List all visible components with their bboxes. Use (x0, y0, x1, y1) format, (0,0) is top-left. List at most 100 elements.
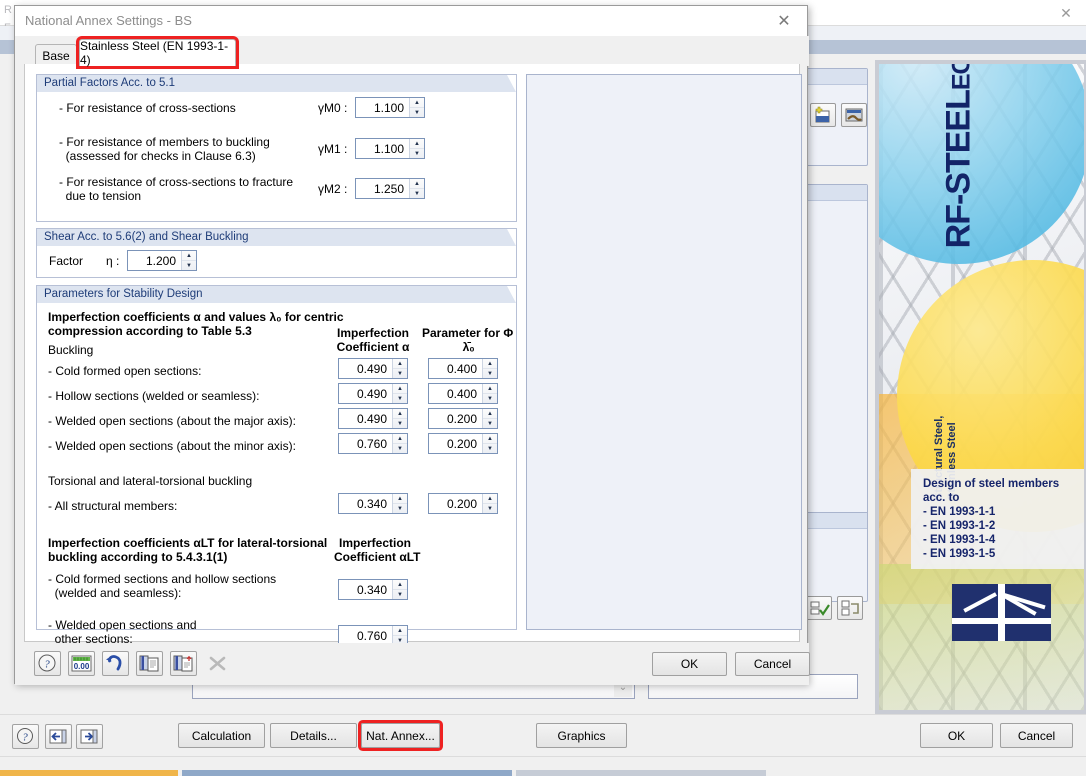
buckling-alpha-field-1[interactable]: ▲ ▼ (338, 383, 408, 404)
buckling-lambda-stepper-0[interactable]: ▲ ▼ (482, 359, 497, 378)
stepper-down-icon[interactable]: ▼ (393, 419, 407, 428)
render-icon[interactable] (841, 103, 867, 127)
buckling-alpha-stepper-2[interactable]: ▲ ▼ (392, 409, 407, 428)
arrange-icon[interactable] (837, 596, 863, 620)
stepper-down-icon[interactable]: ▼ (410, 149, 424, 158)
stepper-up-icon[interactable]: ▲ (410, 98, 424, 108)
stepper-up-icon[interactable]: ▲ (483, 384, 497, 394)
stepper-up-icon[interactable]: ▲ (483, 434, 497, 444)
torsional-alpha-input-0[interactable] (339, 494, 392, 513)
background-close-icon[interactable]: ✕ (1052, 2, 1080, 24)
gamma-m0-input[interactable] (356, 98, 409, 117)
buckling-lambda-stepper-3[interactable]: ▲ ▼ (482, 434, 497, 453)
buckling-lambda-input-3[interactable] (429, 434, 482, 453)
stepper-up-icon[interactable]: ▲ (393, 409, 407, 419)
stepper-down-icon[interactable]: ▼ (182, 261, 196, 270)
torsional-alpha-stepper-0[interactable]: ▲ ▼ (392, 494, 407, 513)
stepper-down-icon[interactable]: ▼ (483, 444, 497, 453)
tab-stainless-steel[interactable]: Stainless Steel (EN 1993-1-4) (79, 39, 236, 67)
shear-eta-field[interactable]: ▲ ▼ (127, 250, 197, 271)
buckling-lambda-field-1[interactable]: ▲ ▼ (428, 383, 498, 404)
gamma-m0-field[interactable]: ▲ ▼ (355, 97, 425, 118)
info-icon[interactable]: ? (34, 651, 61, 676)
buckling-lambda-stepper-2[interactable]: ▲ ▼ (482, 409, 497, 428)
shear-eta-stepper[interactable]: ▲ ▼ (181, 251, 196, 270)
stepper-down-icon[interactable]: ▼ (393, 504, 407, 513)
new-window-icon[interactable] (810, 103, 836, 127)
dialog-cancel-button[interactable]: Cancel (735, 652, 810, 676)
buckling-lambda-field-3[interactable]: ▲ ▼ (428, 433, 498, 454)
stepper-down-icon[interactable]: ▼ (410, 189, 424, 198)
shear-eta-input[interactable] (128, 251, 181, 270)
gamma-m2-input[interactable] (356, 179, 409, 198)
stepper-up-icon[interactable]: ▲ (410, 179, 424, 189)
buckling-alpha-stepper-0[interactable]: ▲ ▼ (392, 359, 407, 378)
details-button[interactable]: Details... (270, 723, 357, 748)
buckling-lambda-field-2[interactable]: ▲ ▼ (428, 408, 498, 429)
buckling-alpha-input-2[interactable] (339, 409, 392, 428)
save-as-icon[interactable] (170, 651, 197, 676)
lt-alpha-field-0[interactable]: ▲ ▼ (338, 579, 408, 600)
stepper-up-icon[interactable]: ▲ (410, 139, 424, 149)
stepper-down-icon[interactable]: ▼ (483, 419, 497, 428)
gamma-m1-stepper[interactable]: ▲ ▼ (409, 139, 424, 158)
stepper-up-icon[interactable]: ▲ (393, 626, 407, 636)
nat-annex-button[interactable]: Nat. Annex... (361, 723, 440, 748)
lt-alpha-input-0[interactable] (339, 580, 392, 599)
stepper-down-icon[interactable]: ▼ (483, 394, 497, 403)
stepper-down-icon[interactable]: ▼ (393, 369, 407, 378)
stepper-up-icon[interactable]: ▲ (393, 494, 407, 504)
buckling-alpha-input-3[interactable] (339, 434, 392, 453)
buckling-lambda-input-1[interactable] (429, 384, 482, 403)
copy-from-icon[interactable] (136, 651, 163, 676)
graphics-button[interactable]: Graphics (536, 723, 627, 748)
stepper-down-icon[interactable]: ▼ (483, 369, 497, 378)
gamma-m2-field[interactable]: ▲ ▼ (355, 178, 425, 199)
buckling-lambda-input-2[interactable] (429, 409, 482, 428)
stepper-up-icon[interactable]: ▲ (393, 580, 407, 590)
buckling-alpha-input-0[interactable] (339, 359, 392, 378)
buckling-lambda-input-0[interactable] (429, 359, 482, 378)
background-ok-button[interactable]: OK (920, 723, 993, 748)
dialog-ok-button[interactable]: OK (652, 652, 727, 676)
stepper-down-icon[interactable]: ▼ (410, 108, 424, 117)
gamma-m1-input[interactable] (356, 139, 409, 158)
buckling-alpha-field-3[interactable]: ▲ ▼ (338, 433, 408, 454)
torsional-lambda-stepper-0[interactable]: ▲ ▼ (482, 494, 497, 513)
torsional-lambda-field-0[interactable]: ▲ ▼ (428, 493, 498, 514)
gamma-m0-stepper[interactable]: ▲ ▼ (409, 98, 424, 117)
stepper-down-icon[interactable]: ▼ (483, 504, 497, 513)
buckling-lambda-field-0[interactable]: ▲ ▼ (428, 358, 498, 379)
gamma-m2-stepper[interactable]: ▲ ▼ (409, 179, 424, 198)
background-cancel-button[interactable]: Cancel (1000, 723, 1073, 748)
stepper-up-icon[interactable]: ▲ (483, 359, 497, 369)
import-icon[interactable] (45, 724, 72, 749)
stepper-up-icon[interactable]: ▲ (483, 409, 497, 419)
buckling-alpha-stepper-1[interactable]: ▲ ▼ (392, 384, 407, 403)
tab-base[interactable]: Base (35, 44, 77, 66)
stepper-up-icon[interactable]: ▲ (182, 251, 196, 261)
torsional-alpha-field-0[interactable]: ▲ ▼ (338, 493, 408, 514)
stepper-down-icon[interactable]: ▼ (393, 394, 407, 403)
check-icon[interactable] (806, 596, 832, 620)
torsional-lambda-input-0[interactable] (429, 494, 482, 513)
help-icon[interactable]: ? (12, 724, 39, 749)
units-icon[interactable]: 0.00 (68, 651, 95, 676)
export-icon[interactable] (76, 724, 103, 749)
buckling-alpha-field-0[interactable]: ▲ ▼ (338, 358, 408, 379)
stepper-down-icon[interactable]: ▼ (393, 444, 407, 453)
stepper-up-icon[interactable]: ▲ (393, 384, 407, 394)
undo-icon[interactable] (102, 651, 129, 676)
calculation-button[interactable]: Calculation (178, 723, 265, 748)
stepper-up-icon[interactable]: ▲ (393, 359, 407, 369)
buckling-alpha-input-1[interactable] (339, 384, 392, 403)
stepper-up-icon[interactable]: ▲ (483, 494, 497, 504)
stepper-down-icon[interactable]: ▼ (393, 590, 407, 599)
buckling-alpha-field-2[interactable]: ▲ ▼ (338, 408, 408, 429)
dialog-close-icon[interactable]: ✕ (763, 8, 805, 34)
gamma-m1-field[interactable]: ▲ ▼ (355, 138, 425, 159)
lt-alpha-stepper-0[interactable]: ▲ ▼ (392, 580, 407, 599)
buckling-lambda-stepper-1[interactable]: ▲ ▼ (482, 384, 497, 403)
buckling-alpha-stepper-3[interactable]: ▲ ▼ (392, 434, 407, 453)
stepper-up-icon[interactable]: ▲ (393, 434, 407, 444)
